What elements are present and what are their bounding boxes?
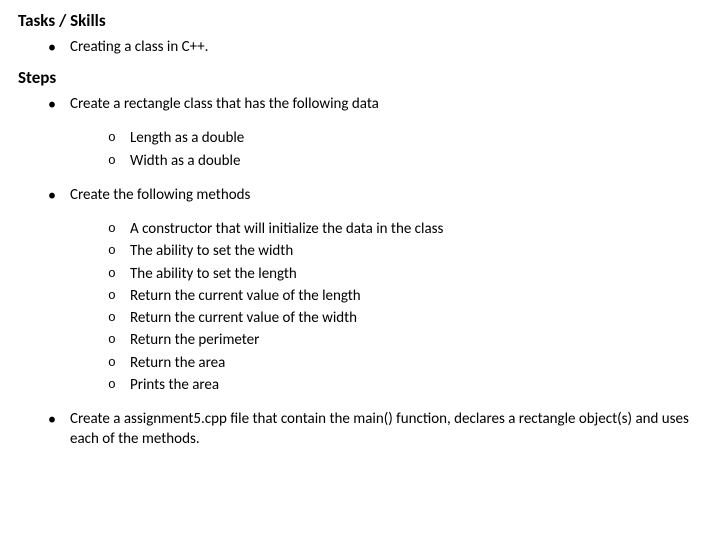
tasks-skills-heading: Tasks / Skills <box>18 10 689 33</box>
sub-list-item: A constructor that will initialize the d… <box>70 219 689 239</box>
sub-list-item: Return the area <box>70 353 689 373</box>
sub-list-item: Return the current value of the width <box>70 308 689 328</box>
sub-list-item: Width as a double <box>70 151 689 171</box>
list-item-text: Create a assignment5.cpp file that conta… <box>70 410 689 448</box>
steps-heading: Steps <box>18 67 689 90</box>
steps-list: Create a rectangle class that has the fo… <box>18 94 689 450</box>
sub-list-item: Return the current value of the length <box>70 286 689 306</box>
list-item: Create a assignment5.cpp file that conta… <box>18 409 689 450</box>
sub-list: A constructor that will initialize the d… <box>70 219 689 395</box>
sub-list: Length as a double Width as a double <box>70 128 689 171</box>
list-item-text: Create the following methods <box>70 186 250 204</box>
list-item: Creating a class in C++. <box>18 37 689 57</box>
sub-list-item: The ability to set the length <box>70 264 689 284</box>
sub-list-item: Length as a double <box>70 128 689 148</box>
list-item: Create a rectangle class that has the fo… <box>18 94 689 171</box>
sub-list-item: The ability to set the width <box>70 241 689 261</box>
list-item: Create the following methods A construct… <box>18 185 689 395</box>
sub-list-item: Prints the area <box>70 375 689 395</box>
list-item-text: Creating a class in C++. <box>70 38 208 56</box>
tasks-skills-list: Creating a class in C++. <box>18 37 689 57</box>
sub-list-item: Return the perimeter <box>70 330 689 350</box>
list-item-text: Create a rectangle class that has the fo… <box>70 95 379 113</box>
